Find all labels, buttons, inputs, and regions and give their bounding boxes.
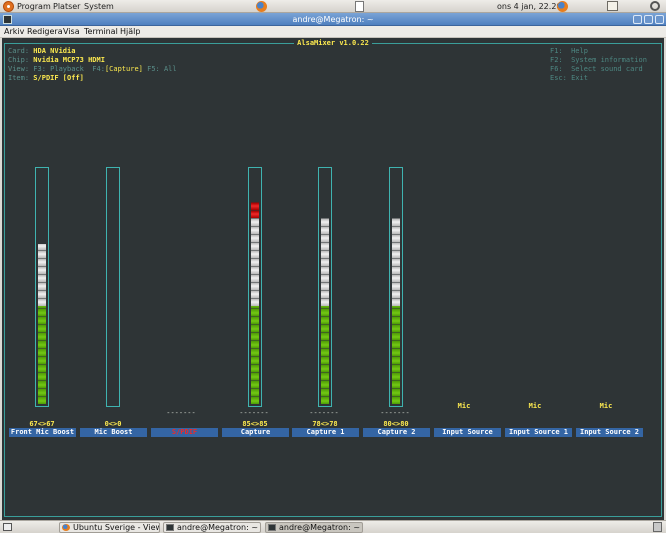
taskbar-item-firefox[interactable]: Ubuntu Sverige - View... xyxy=(59,522,160,533)
input-source-value: Mic xyxy=(528,402,542,410)
top-panel: Program Platser System ons 4 jan, 22.20 xyxy=(0,0,666,13)
input-source-value: Mic xyxy=(599,402,613,410)
bottom-panel: Ubuntu Sverige - View... andre@Megatron:… xyxy=(0,520,666,533)
document-launcher-icon[interactable] xyxy=(355,1,364,12)
input-source-value: Mic xyxy=(457,402,471,410)
channel-dashes: ------- xyxy=(309,409,339,417)
control-label[interactable]: Capture xyxy=(222,428,289,437)
help-esc: Esc: Exit xyxy=(550,74,588,82)
channel-dashes: ------- xyxy=(380,409,410,417)
menu-edit[interactable]: Redigera xyxy=(27,27,63,37)
firefox-launcher-icon[interactable] xyxy=(256,1,267,12)
clock[interactable]: ons 4 jan, 22.20 xyxy=(497,1,562,12)
help-f2: F2: System information xyxy=(550,56,647,64)
terminal-icon xyxy=(166,524,174,531)
menu-help[interactable]: Hjälp xyxy=(120,27,140,37)
meter-fill-green xyxy=(251,306,259,404)
terminal-area[interactable]: AlsaMixer v1.0.22 Card: HDA NVidia Chip:… xyxy=(2,38,664,520)
maximize-button[interactable] xyxy=(644,15,653,24)
menu-system[interactable]: System xyxy=(84,1,114,12)
menu-applications[interactable]: Program xyxy=(17,1,51,12)
menu-terminal[interactable]: Terminal xyxy=(84,27,118,37)
volume-meter[interactable] xyxy=(318,167,332,407)
screen: Program Platser System ons 4 jan, 22.20 … xyxy=(0,0,666,533)
menu-file[interactable]: Arkiv xyxy=(4,27,24,37)
window-titlebar[interactable]: andre@Megatron: ~ xyxy=(0,13,666,26)
meter-fill-white xyxy=(251,218,259,306)
terminal-icon xyxy=(268,524,276,531)
alsamixer-frame xyxy=(4,43,662,517)
info-item: Item: S/PDIF [Off] xyxy=(8,74,84,82)
weather-icon[interactable] xyxy=(557,1,568,12)
control-label[interactable]: Input Source 2 xyxy=(576,428,643,437)
alsamixer-title: AlsaMixer v1.0.22 xyxy=(294,39,372,47)
channel-dashes: ------- xyxy=(166,409,196,417)
menubar: Arkiv Redigera Visa Terminal Hjälp xyxy=(0,26,666,38)
taskbar-item-terminal-1[interactable]: andre@Megatron: ~ xyxy=(163,522,261,533)
help-f1: F1: Help xyxy=(550,47,588,55)
info-view: View: F3: Playback F4:[Capture] F5: All xyxy=(8,65,177,73)
info-card: Card: HDA NVidia xyxy=(8,47,76,55)
mail-notification-icon[interactable] xyxy=(607,1,618,11)
control-label[interactable]: Capture 1 xyxy=(292,428,359,437)
meter-fill-green xyxy=(38,306,46,404)
taskbar-item-terminal-2[interactable]: andre@Megatron: ~ xyxy=(265,522,363,533)
window-title: andre@Megatron: ~ xyxy=(292,15,374,24)
meter-fill-white xyxy=(321,218,329,306)
menu-view[interactable]: Visa xyxy=(63,27,80,37)
menu-places[interactable]: Platser xyxy=(53,1,80,12)
minimize-button[interactable] xyxy=(633,15,642,24)
close-button[interactable] xyxy=(655,15,664,24)
meter-fill-white xyxy=(38,244,46,306)
control-label[interactable]: Mic Boost xyxy=(80,428,147,437)
meter-fill-green xyxy=(321,306,329,404)
meter-fill-red xyxy=(251,202,259,218)
info-chip: Chip: Nvidia MCP73 HDMI xyxy=(8,56,105,64)
control-label[interactable]: Input Source 1 xyxy=(505,428,572,437)
volume-meter[interactable] xyxy=(248,167,262,407)
control-label-selected[interactable]: S/PDIF xyxy=(151,428,218,437)
power-icon[interactable] xyxy=(650,1,660,11)
control-label[interactable]: Input Source xyxy=(434,428,501,437)
help-f6: F6: Select sound card xyxy=(550,65,643,73)
meter-fill-green xyxy=(392,306,400,404)
control-label[interactable]: Capture 2 xyxy=(363,428,430,437)
channel-dashes: ------- xyxy=(239,409,269,417)
volume-meter[interactable] xyxy=(106,167,120,407)
meter-fill-white xyxy=(392,218,400,306)
volume-meter[interactable] xyxy=(35,167,49,407)
ubuntu-logo-icon[interactable] xyxy=(3,1,14,12)
firefox-icon xyxy=(62,524,70,531)
control-label[interactable]: Front Mic Boost xyxy=(9,428,76,437)
show-desktop-icon[interactable] xyxy=(3,523,12,531)
volume-meter[interactable] xyxy=(389,167,403,407)
trash-icon[interactable] xyxy=(653,522,662,532)
